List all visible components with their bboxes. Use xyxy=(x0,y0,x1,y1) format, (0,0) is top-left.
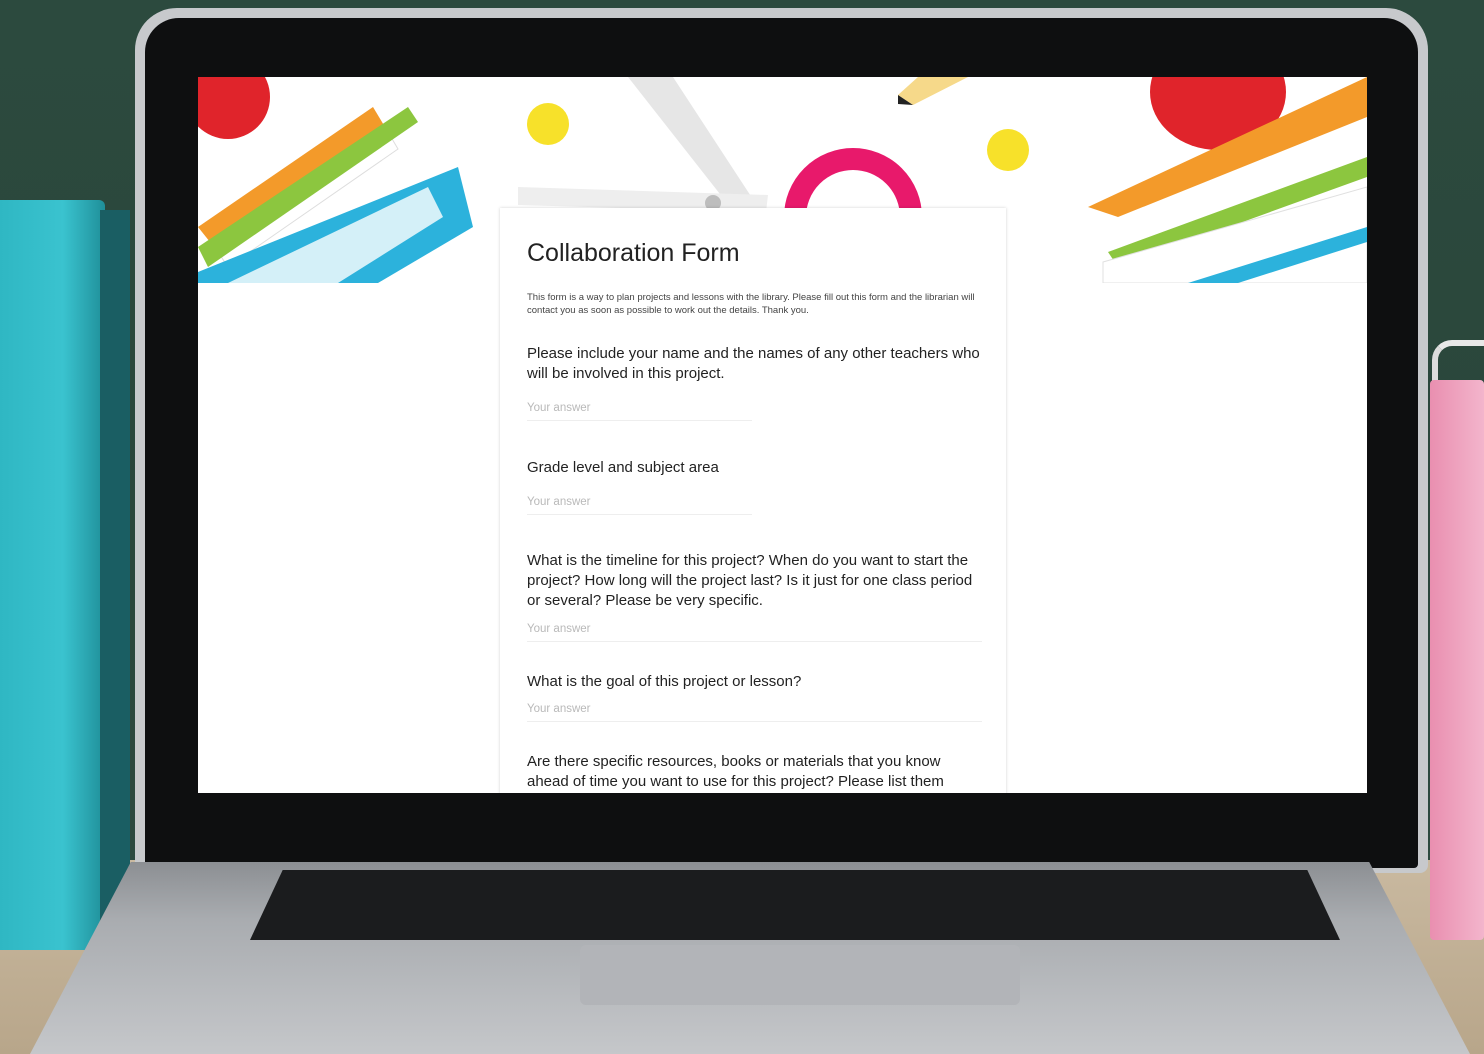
question-3-underline xyxy=(527,641,982,642)
question-2-underline xyxy=(527,514,752,515)
laptop-keyboard xyxy=(250,870,1340,940)
question-2-input[interactable]: Your answer xyxy=(527,496,591,508)
form-card: Collaboration Form This form is a way to… xyxy=(500,208,1006,793)
question-1-underline xyxy=(527,420,752,421)
question-2-label: Grade level and subject area xyxy=(527,459,719,476)
question-4-input[interactable]: Your answer xyxy=(527,703,591,715)
dot-icon xyxy=(527,103,569,145)
teal-book-shadow xyxy=(100,210,130,950)
question-1-input[interactable]: Your answer xyxy=(527,402,591,414)
teal-book xyxy=(0,200,105,950)
apple-icon xyxy=(198,77,270,139)
pencil-icon xyxy=(898,77,968,105)
question-1-label: Please include your name and the names o… xyxy=(527,345,980,382)
laptop-screen: Collaboration Form This form is a way to… xyxy=(198,77,1367,793)
form-title: Collaboration Form xyxy=(527,239,740,267)
question-5-label: Are there specific resources, books or m… xyxy=(527,753,944,790)
books-stack-icon xyxy=(198,77,473,283)
question-3-label: What is the timeline for this project? W… xyxy=(527,552,973,609)
dot-icon xyxy=(987,129,1029,171)
pink-binder xyxy=(1430,380,1484,940)
laptop-trackpad xyxy=(580,945,1020,1005)
question-4-underline xyxy=(527,721,982,722)
question-4-label: What is the goal of this project or less… xyxy=(527,673,802,690)
books-stack-icon xyxy=(1088,77,1367,283)
form-description: This form is a way to plan projects and … xyxy=(527,292,975,316)
question-3-input[interactable]: Your answer xyxy=(527,623,591,635)
